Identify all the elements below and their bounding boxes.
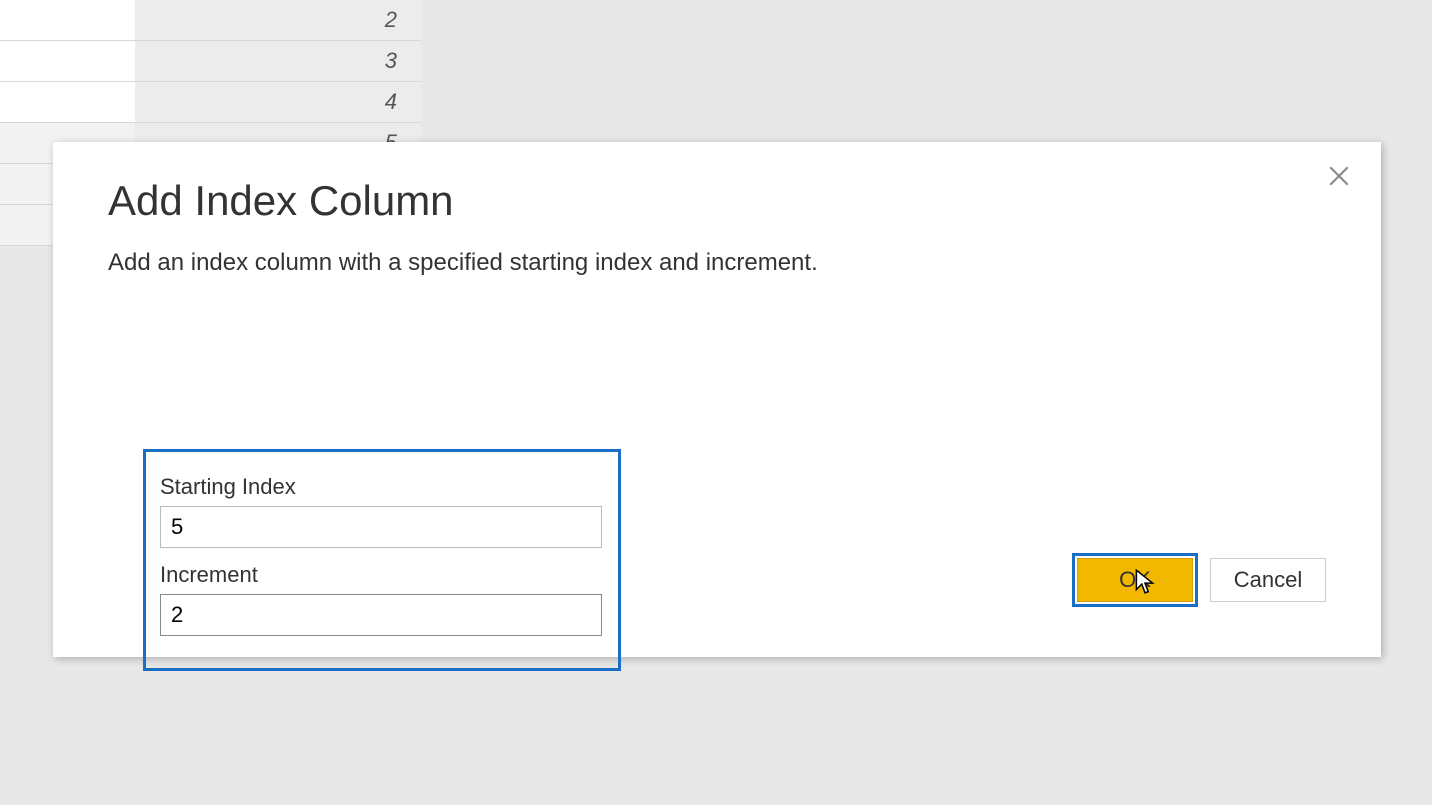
table-cell-value: 4 bbox=[135, 82, 421, 123]
add-index-column-dialog: Add Index Column Add an index column wit… bbox=[53, 142, 1381, 657]
ok-button-label: OK bbox=[1119, 567, 1151, 593]
dialog-description: Add an index column with a specified sta… bbox=[108, 249, 1326, 277]
input-highlight-group: Starting Index Increment bbox=[143, 449, 621, 671]
table-cell bbox=[0, 82, 135, 123]
ok-button[interactable]: OK bbox=[1077, 558, 1193, 602]
table-row: 2 bbox=[0, 0, 421, 41]
table-cell bbox=[0, 41, 135, 82]
dialog-title: Add Index Column bbox=[108, 177, 1326, 225]
table-cell-value: 3 bbox=[135, 41, 421, 82]
table-row: 4 bbox=[0, 82, 421, 123]
starting-index-input[interactable] bbox=[160, 506, 602, 548]
cancel-button-label: Cancel bbox=[1234, 567, 1302, 593]
cancel-button[interactable]: Cancel bbox=[1210, 558, 1326, 602]
increment-label: Increment bbox=[160, 562, 604, 588]
ok-button-highlight: OK bbox=[1072, 553, 1198, 607]
starting-index-label: Starting Index bbox=[160, 474, 604, 500]
increment-input[interactable] bbox=[160, 594, 602, 636]
table-row: 3 bbox=[0, 41, 421, 82]
dialog-button-row: OK Cancel bbox=[1072, 553, 1326, 607]
table-cell bbox=[0, 0, 135, 41]
close-icon bbox=[1329, 166, 1349, 186]
table-cell-value: 2 bbox=[135, 0, 421, 41]
close-button[interactable] bbox=[1323, 160, 1355, 192]
